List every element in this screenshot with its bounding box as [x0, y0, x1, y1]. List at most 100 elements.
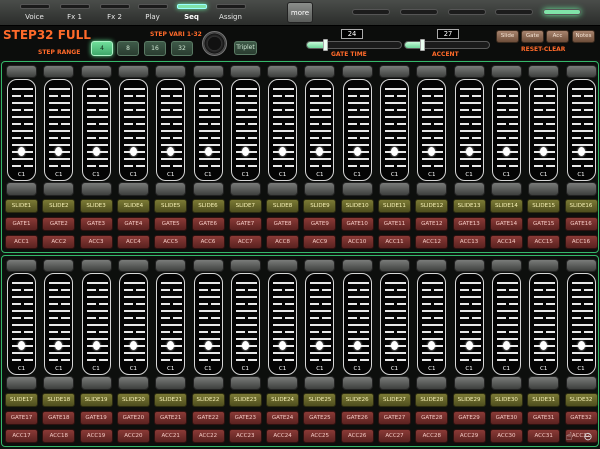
accent-toggle-button[interactable]: ACC21 — [154, 429, 188, 443]
step-note-fader[interactable]: C1 — [268, 79, 298, 181]
step-note-fader[interactable]: C1 — [118, 273, 148, 375]
accent-toggle-button[interactable]: ACC22 — [191, 429, 225, 443]
step-lower-cap-button[interactable] — [155, 182, 187, 196]
step-lower-cap-button[interactable] — [565, 182, 597, 196]
step-note-fader[interactable]: C1 — [193, 79, 223, 181]
step-lower-cap-button[interactable] — [229, 376, 261, 390]
step-top-cap-button[interactable] — [341, 65, 373, 78]
step-lower-cap-button[interactable] — [528, 182, 560, 196]
right-tab-2[interactable] — [397, 2, 440, 24]
step-lower-cap-button[interactable] — [6, 182, 37, 196]
step-note-fader[interactable]: C1 — [380, 79, 409, 181]
gate-toggle-button[interactable]: GATE4 — [116, 217, 150, 231]
gate-toggle-button[interactable]: GATE17 — [5, 411, 38, 425]
step-top-cap-button[interactable] — [80, 259, 112, 272]
step-top-cap-button[interactable] — [192, 259, 224, 272]
step-top-cap-button[interactable] — [490, 65, 522, 78]
step-note-fader[interactable]: C1 — [193, 273, 223, 375]
zoom-out-icon[interactable]: ⊖ — [581, 430, 595, 444]
fader-thumb[interactable] — [316, 341, 324, 350]
slide-toggle-button[interactable]: SLIDE31 — [527, 393, 561, 407]
step-top-cap-button[interactable] — [155, 259, 187, 272]
gate-toggle-button[interactable]: GATE22 — [191, 411, 225, 425]
fader-thumb[interactable] — [577, 341, 585, 350]
gate-toggle-button[interactable]: GATE12 — [415, 217, 449, 231]
slide-toggle-button[interactable]: SLIDE6 — [191, 199, 225, 213]
step-note-fader[interactable]: C1 — [491, 79, 521, 181]
accent-toggle-button[interactable]: ACC5 — [154, 235, 188, 249]
accent-toggle-button[interactable]: ACC6 — [191, 235, 225, 249]
slide-reset-button[interactable]: Slide — [496, 30, 519, 43]
accent-toggle-button[interactable]: ACC16 — [564, 235, 598, 249]
step-lower-cap-button[interactable] — [117, 182, 149, 196]
step-top-cap-button[interactable] — [453, 65, 485, 78]
gate-toggle-button[interactable]: GATE2 — [42, 217, 76, 231]
fader-thumb[interactable] — [167, 341, 175, 350]
step-note-fader[interactable]: C1 — [81, 273, 111, 375]
slide-toggle-button[interactable]: SLIDE22 — [191, 393, 225, 407]
gate-toggle-button[interactable]: GATE23 — [228, 411, 262, 425]
tab-fx-1[interactable]: Fx 1 — [56, 2, 93, 24]
accent-toggle-button[interactable]: ACC4 — [116, 235, 150, 249]
slide-toggle-button[interactable]: SLIDE5 — [154, 199, 188, 213]
accent-toggle-button[interactable]: ACC2 — [42, 235, 76, 249]
step-lower-cap-button[interactable] — [43, 182, 75, 196]
step-note-fader[interactable]: C1 — [230, 79, 260, 181]
slide-toggle-button[interactable]: SLIDE20 — [116, 393, 150, 407]
step-note-fader[interactable]: C1 — [529, 79, 559, 181]
fader-thumb[interactable] — [241, 341, 249, 350]
step-lower-cap-button[interactable] — [192, 182, 224, 196]
step-lower-cap-button[interactable] — [6, 376, 37, 390]
step-top-cap-button[interactable] — [6, 259, 37, 272]
step-note-fader[interactable]: C1 — [454, 79, 484, 181]
step-lower-cap-button[interactable] — [155, 376, 187, 390]
accent-slider[interactable] — [404, 39, 490, 51]
slide-toggle-button[interactable]: SLIDE17 — [5, 393, 38, 407]
gate-toggle-button[interactable]: GATE15 — [527, 217, 561, 231]
step-lower-cap-button[interactable] — [229, 182, 261, 196]
step-note-fader[interactable]: C1 — [305, 79, 335, 181]
gate-toggle-button[interactable]: GATE10 — [340, 217, 374, 231]
accent-toggle-button[interactable]: ACC26 — [340, 429, 374, 443]
step-note-fader[interactable]: C1 — [7, 273, 36, 375]
slide-toggle-button[interactable]: SLIDE7 — [228, 199, 262, 213]
step-note-fader[interactable]: C1 — [454, 273, 484, 375]
fader-thumb[interactable] — [316, 147, 324, 156]
slide-toggle-button[interactable]: SLIDE30 — [489, 393, 523, 407]
gate-toggle-button[interactable]: GATE13 — [452, 217, 486, 231]
gate-toggle-button[interactable]: GATE8 — [266, 217, 300, 231]
step-top-cap-button[interactable] — [528, 259, 560, 272]
fader-thumb[interactable] — [204, 147, 212, 156]
gate-toggle-button[interactable]: GATE19 — [79, 411, 113, 425]
fader-thumb[interactable] — [92, 341, 100, 350]
slide-toggle-button[interactable]: SLIDE29 — [452, 393, 486, 407]
gate-toggle-button[interactable]: GATE31 — [527, 411, 561, 425]
gate-toggle-button[interactable]: GATE16 — [564, 217, 598, 231]
step-top-cap-button[interactable] — [6, 65, 37, 78]
fader-thumb[interactable] — [502, 341, 510, 350]
gate-toggle-button[interactable]: GATE21 — [154, 411, 188, 425]
accent-toggle-button[interactable]: ACC7 — [228, 235, 262, 249]
gate-time-thumb[interactable] — [323, 39, 328, 51]
step-top-cap-button[interactable] — [43, 259, 75, 272]
gate-reset-button[interactable]: Gate — [521, 30, 544, 43]
right-tab-3[interactable] — [445, 2, 488, 24]
acc-reset-button[interactable]: Acc — [546, 30, 569, 43]
step-lower-cap-button[interactable] — [453, 376, 485, 390]
gate-toggle-button[interactable]: GATE9 — [303, 217, 337, 231]
gate-toggle-button[interactable]: GATE28 — [415, 411, 449, 425]
fader-thumb[interactable] — [465, 147, 473, 156]
right-tab-4[interactable] — [492, 2, 535, 24]
tab-voice[interactable]: Voice — [16, 2, 53, 24]
fader-thumb[interactable] — [577, 147, 585, 156]
slide-toggle-button[interactable]: SLIDE14 — [489, 199, 523, 213]
gate-toggle-button[interactable]: GATE20 — [116, 411, 150, 425]
tab-fx-2[interactable]: Fx 2 — [96, 2, 133, 24]
slide-toggle-button[interactable]: SLIDE21 — [154, 393, 188, 407]
step-note-fader[interactable]: C1 — [342, 273, 372, 375]
step-note-fader[interactable]: C1 — [566, 273, 596, 375]
accent-toggle-button[interactable]: ACC8 — [266, 235, 300, 249]
fader-thumb[interactable] — [279, 147, 287, 156]
accent-toggle-button[interactable]: ACC15 — [527, 235, 561, 249]
step-lower-cap-button[interactable] — [341, 376, 373, 390]
